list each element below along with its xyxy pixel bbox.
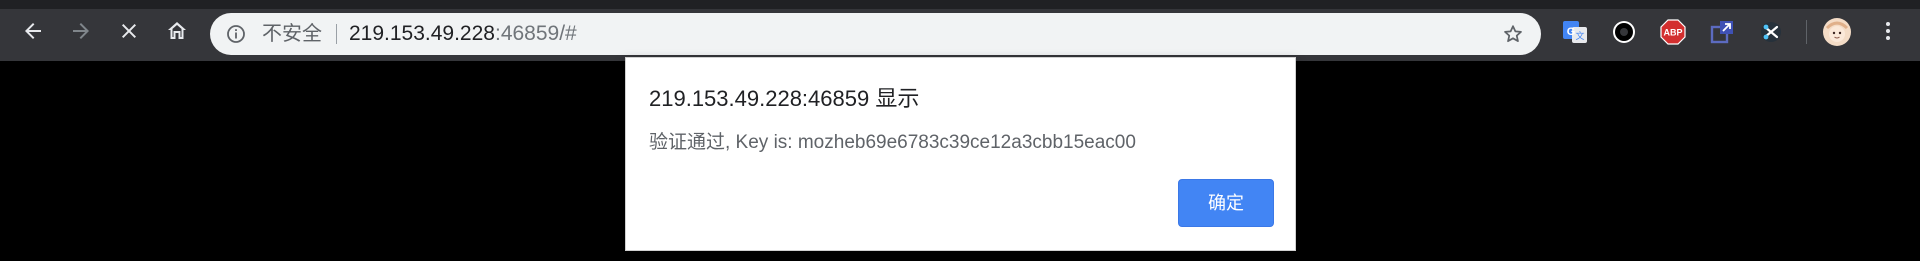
- url-path: :46859/#: [494, 22, 577, 45]
- abp-icon: ABP: [1660, 19, 1686, 45]
- dialog-title: 219.153.49.228:46859 显示: [649, 86, 920, 111]
- svg-text:文: 文: [1575, 30, 1584, 41]
- home-icon: [168, 22, 186, 39]
- info-icon[interactable]: [226, 24, 246, 44]
- adblock-plus-extension-icon[interactable]: ABP: [1659, 18, 1687, 46]
- translate-icon: G 文: [1563, 21, 1587, 43]
- profile-avatar[interactable]: [1823, 18, 1851, 46]
- back-button[interactable]: [17, 15, 49, 47]
- avatar-icon: [1823, 18, 1851, 46]
- svg-text:G: G: [1567, 26, 1576, 38]
- security-status-label[interactable]: 不安全: [262, 24, 322, 44]
- svg-text:ABP: ABP: [1663, 28, 1682, 38]
- address-bar[interactable]: 不安全 219.153.49.228:46859/#: [210, 13, 1541, 55]
- close-icon: [122, 24, 136, 38]
- toolbar-divider: [1806, 20, 1807, 44]
- ring-icon: [1613, 21, 1635, 43]
- alert-dialog: 219.153.49.228:46859 显示 验证通过, Key is: mo…: [625, 57, 1296, 251]
- dialog-message: 验证通过, Key is: mozheb69e6783c39ce12a3cbb1…: [649, 132, 1136, 153]
- address-divider: [336, 24, 337, 44]
- star-icon[interactable]: [1502, 23, 1524, 45]
- tab-strip: [0, 0, 1920, 9]
- circle-extension-icon[interactable]: [1610, 18, 1638, 46]
- external-link-icon: [1710, 21, 1733, 44]
- forward-button[interactable]: [65, 15, 97, 47]
- stop-button[interactable]: [113, 15, 145, 47]
- url-host: 219.153.49.228: [349, 22, 495, 45]
- browser-toolbar: 不安全 219.153.49.228:46859/# G 文 ABP: [0, 0, 1920, 61]
- url-text[interactable]: 219.153.49.228:46859/#: [349, 23, 577, 45]
- ok-button[interactable]: 确定: [1178, 179, 1274, 227]
- forward-arrow-icon: [73, 23, 89, 39]
- share-extension-icon[interactable]: [1708, 18, 1736, 46]
- more-vert-icon: [1886, 22, 1890, 40]
- google-translate-extension-icon[interactable]: G 文: [1561, 18, 1589, 46]
- home-button[interactable]: [161, 15, 193, 47]
- tool-icon: [1761, 22, 1781, 42]
- scissors-extension-icon[interactable]: [1757, 18, 1785, 46]
- back-arrow-icon: [25, 23, 41, 39]
- menu-button[interactable]: [1872, 15, 1904, 47]
